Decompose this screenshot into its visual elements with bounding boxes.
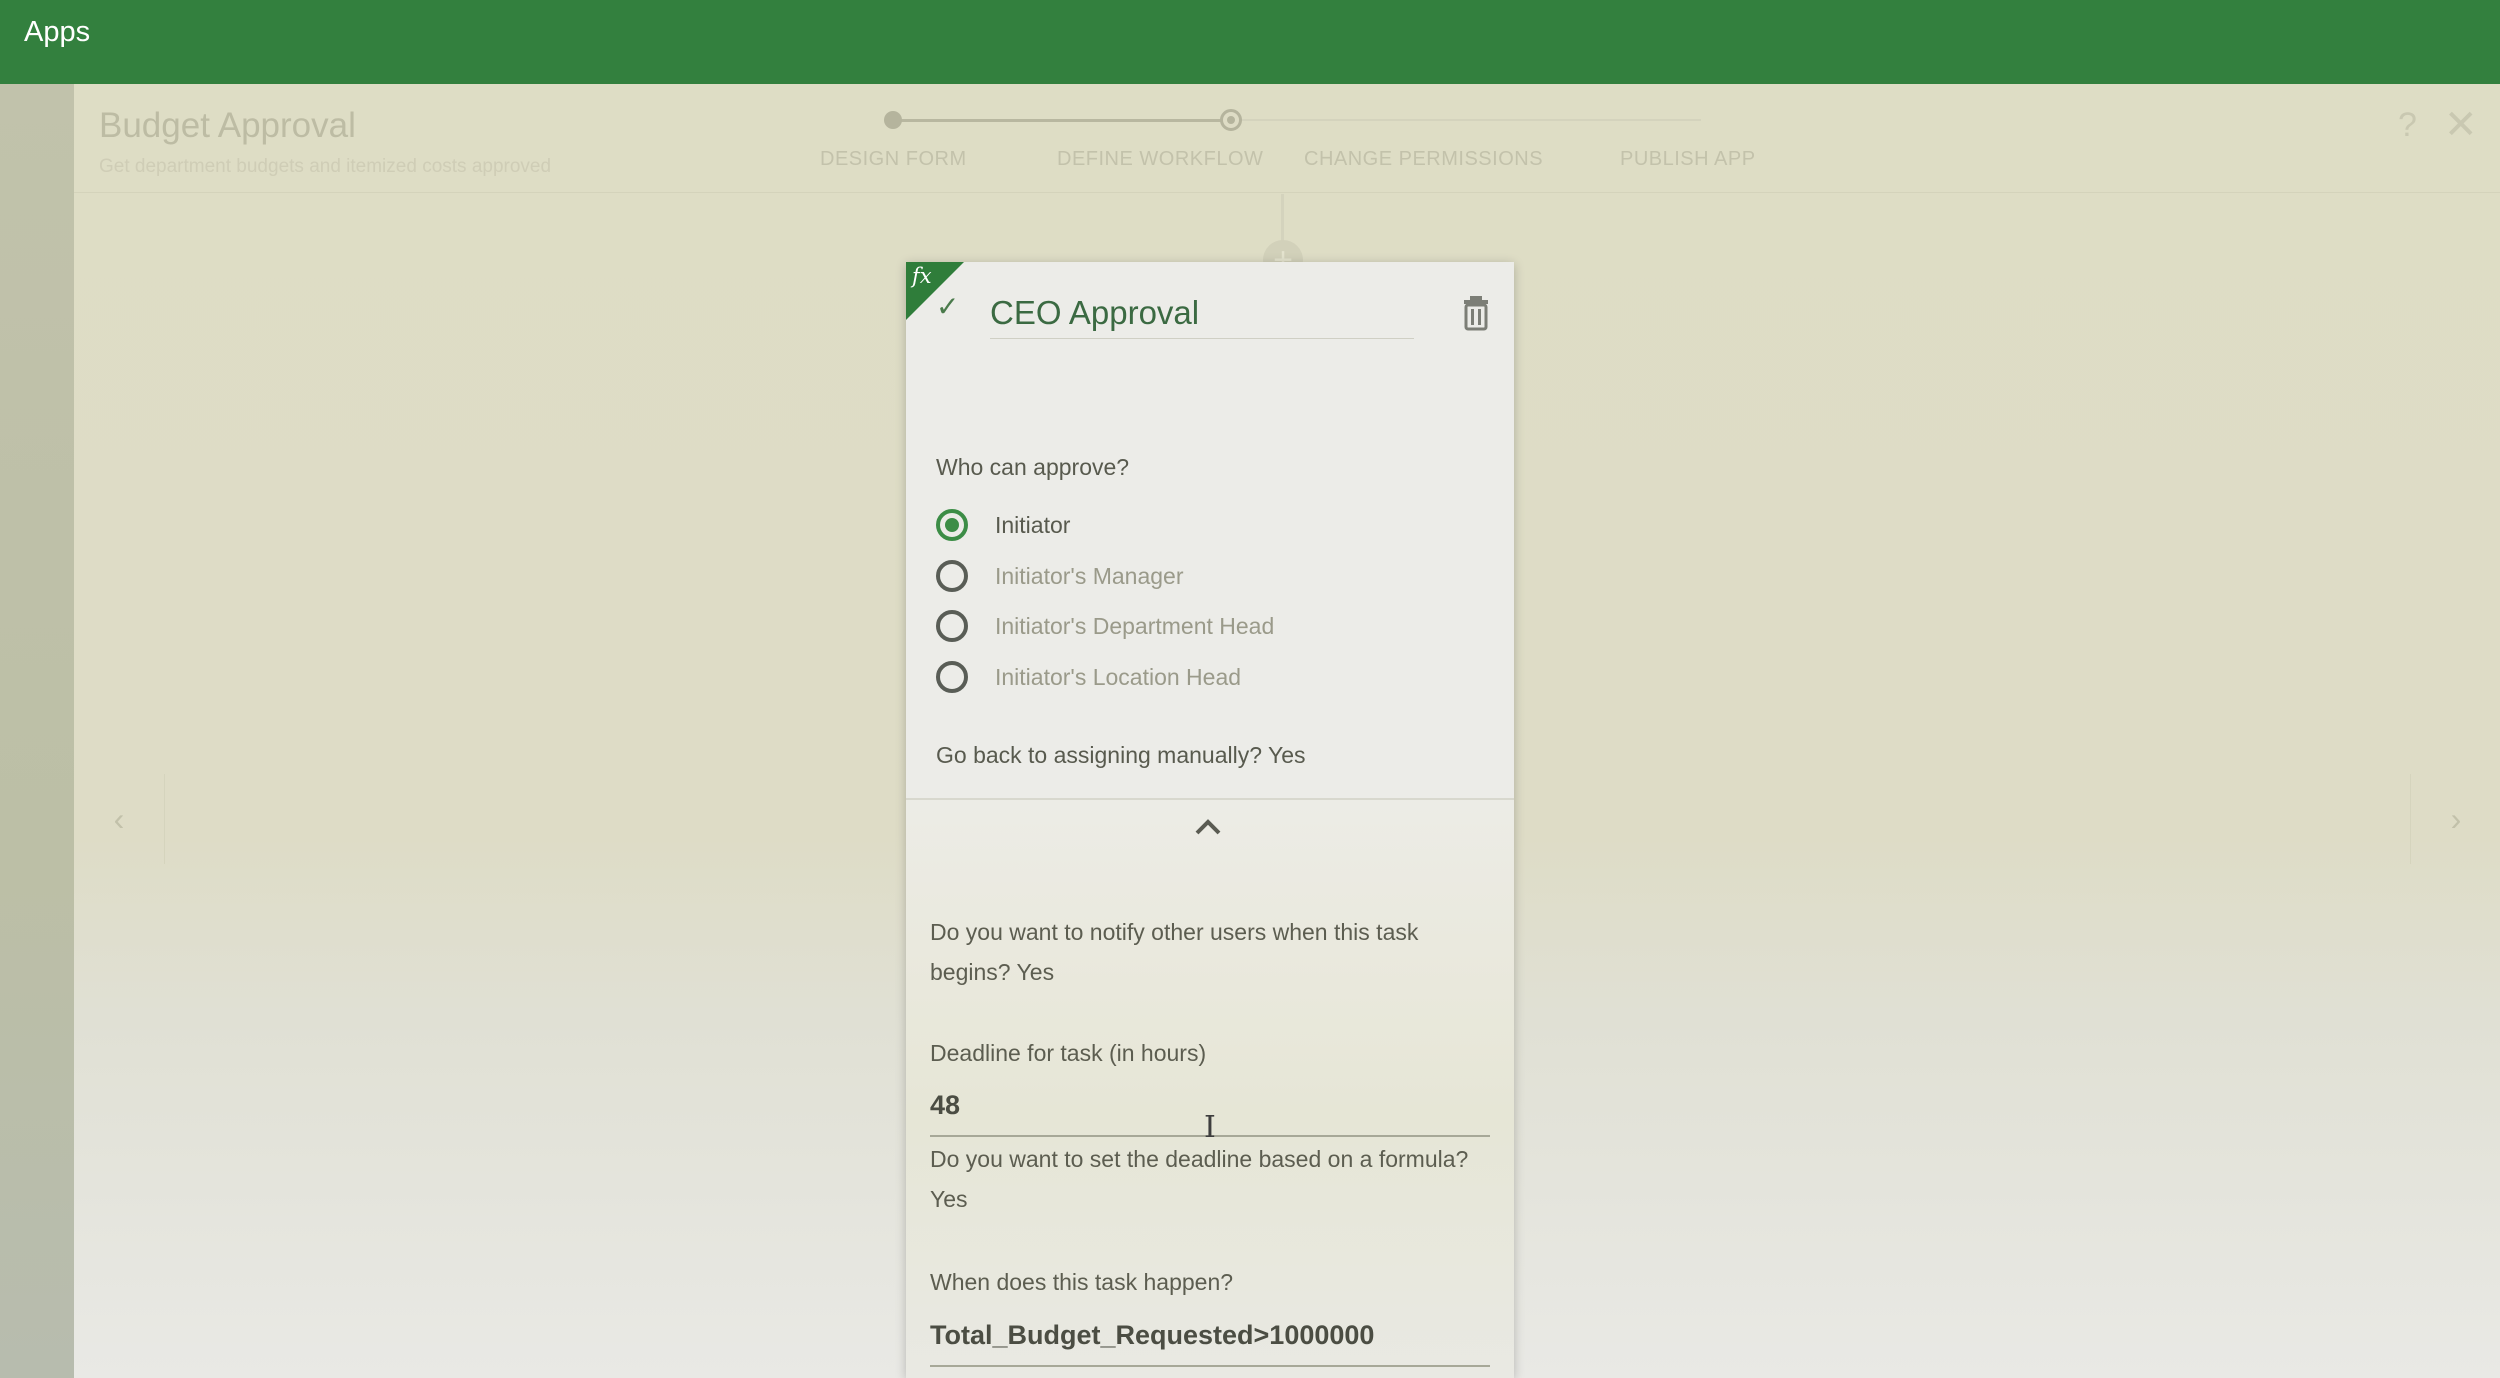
help-icon[interactable]: ? [2398,106,2417,145]
step-design-form[interactable]: DESIGN FORM [820,148,967,171]
radio-label-initiator[interactable]: Initiator [995,512,1070,539]
close-icon[interactable]: ✕ [2444,102,2478,148]
radio-label-initiators-manager[interactable]: Initiator's Manager [995,563,1183,590]
deadline-formula-toggle[interactable]: Do you want to set the deadline based on… [930,1139,1490,1219]
task-name-field[interactable]: CEO Approval [990,294,1414,339]
radio-initiators-manager[interactable] [936,560,968,592]
fx-icon: fx [912,264,932,288]
task-condition-label: When does this task happen? [930,1269,1234,1295]
top-app-bar: Apps [0,0,2500,84]
step-publish-app[interactable]: PUBLISH APP [1620,148,1756,171]
notify-users-toggle[interactable]: Do you want to notify other users when t… [930,912,1490,992]
app-name: Budget Approval [99,106,356,145]
step-change-permissions[interactable]: CHANGE PERMISSIONS [1304,148,1543,171]
deadline-label: Deadline for task (in hours) [930,1040,1207,1066]
radio-location-head[interactable] [936,661,968,693]
step-dot-define-workflow[interactable] [1220,109,1242,131]
manual-assign-toggle[interactable]: Go back to assigning manually? Yes [936,742,1306,769]
app-header: Budget Approval Get department budgets a… [74,84,2500,193]
left-side-strip [0,84,74,1378]
apps-title[interactable]: Apps [24,16,90,49]
radio-initiator[interactable] [936,509,968,541]
previous-arrow-icon[interactable]: ‹ [74,774,165,864]
next-arrow-icon[interactable]: › [2410,774,2500,864]
radio-label-location-head[interactable]: Initiator's Location Head [995,664,1241,691]
step-define-workflow[interactable]: DEFINE WORKFLOW [1057,148,1263,171]
app-description: Get department budgets and itemized cost… [99,156,552,177]
radio-label-department-head[interactable]: Initiator's Department Head [995,613,1274,640]
chevron-up-icon[interactable] [1191,810,1225,844]
check-icon: ✓ [936,291,960,322]
stepper-remaining-line [1231,119,1701,121]
step-dot-design-form[interactable] [884,111,902,129]
task-condition-input[interactable]: Total_Budget_Requested>1000000 [930,1320,1490,1367]
stepper-progress-line [893,119,1231,122]
radio-department-head[interactable] [936,610,968,642]
who-can-approve-label: Who can approve? [936,454,1130,480]
trash-icon[interactable] [1456,292,1496,332]
task-card: fx ✓ CEO Approval Who can approve? Initi… [906,262,1514,1378]
